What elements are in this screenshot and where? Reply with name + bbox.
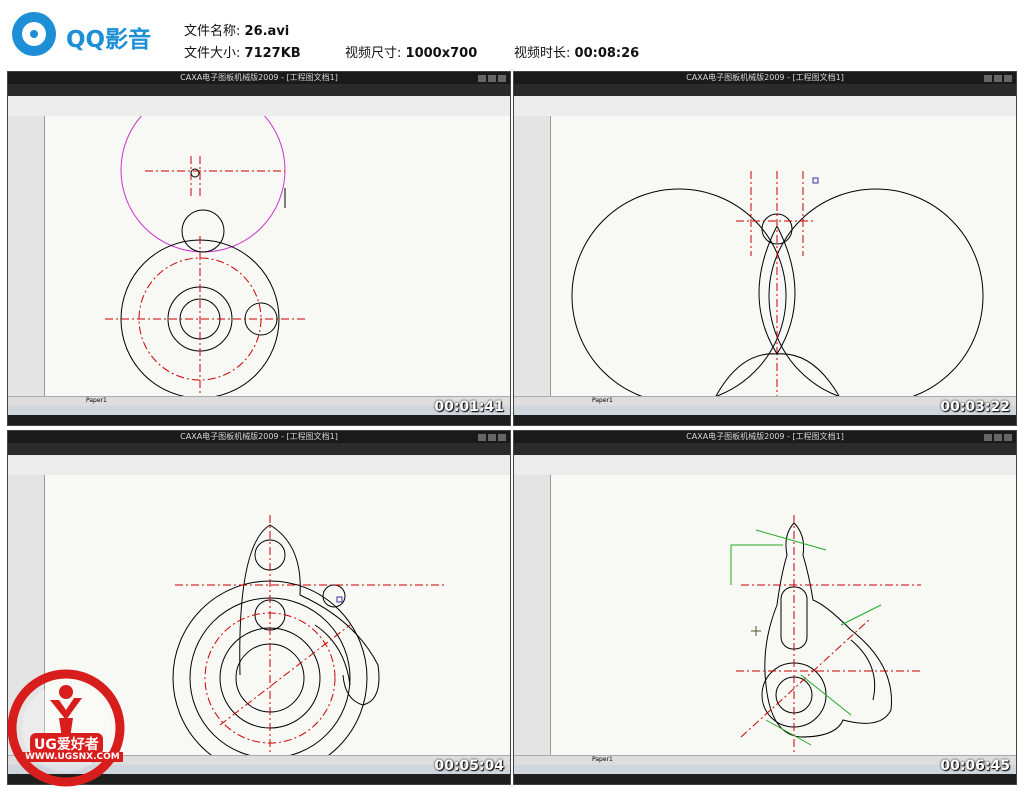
cad-window-titlebar: CAXA电子图板机械版2009 - [工程图文档1] (8, 431, 510, 443)
window-controls (476, 74, 506, 82)
ug-watermark-logo-icon (7, 669, 125, 787)
menu-bar (514, 84, 1016, 96)
drawing-toolbox (8, 116, 45, 396)
file-size-label: 文件大小: (184, 46, 241, 61)
video-size-row: 视频尺寸: 1000x700 (345, 42, 477, 61)
file-name-row: 文件名称: 26.avi (184, 20, 289, 39)
status-bar (514, 774, 1016, 784)
timestamp: 00:03:22 (940, 399, 1010, 415)
window-controls (476, 433, 506, 441)
window-title: CAXA电子图板机械版2009 - [工程图文档1] (180, 73, 338, 82)
timestamp: 00:05:04 (434, 758, 504, 774)
file-name-label: 文件名称: (184, 24, 241, 39)
timestamp: 00:06:45 (940, 758, 1010, 774)
qq-player-logo-icon (12, 12, 56, 56)
drawing-toolbox (514, 116, 551, 396)
paper-tab[interactable]: Paper1 (592, 397, 613, 404)
file-size-row: 文件大小: 7127KB (184, 42, 301, 61)
drawing-canvas (551, 475, 1016, 755)
duration-row: 视频时长: 00:08:26 (514, 42, 639, 61)
window-title: CAXA电子图板机械版2009 - [工程图文档1] (686, 73, 844, 82)
video-thumbnail-4[interactable]: CAXA电子图板机械版2009 - [工程图文档1] Paper1 00:06:… (513, 430, 1017, 785)
paper-tab[interactable]: Paper1 (86, 397, 107, 404)
status-bar (8, 415, 510, 425)
drawing-canvas (45, 116, 510, 396)
drawing-toolbox (514, 475, 551, 755)
file-name-value: 26.avi (244, 24, 290, 39)
duration-label: 视频时长: (514, 46, 571, 61)
window-controls (982, 74, 1012, 82)
menu-bar (8, 443, 510, 455)
window-controls (982, 433, 1012, 441)
cad-window-titlebar: CAXA电子图板机械版2009 - [工程图文档1] (514, 72, 1016, 84)
drawing-canvas (551, 116, 1016, 396)
status-bar (514, 415, 1016, 425)
video-thumbnail-2[interactable]: CAXA电子图板机械版2009 - [工程图文档1] Paper1 00:03:… (513, 71, 1017, 426)
brand-name: QQ影音 (66, 27, 152, 53)
video-size-value: 1000x700 (405, 46, 478, 61)
cad-window-titlebar: CAXA电子图板机械版2009 - [工程图文档1] (514, 431, 1016, 443)
watermark-url: WWW.UGSNX.COM (22, 752, 123, 762)
menu-bar (8, 84, 510, 96)
menu-bar (514, 443, 1016, 455)
info-header: QQ影音 文件名称: 26.avi 文件大小: 7127KB 视频尺寸: 100… (0, 0, 1024, 66)
video-thumbnail-1[interactable]: CAXA电子图板机械版2009 - [工程图文档1] Paper1 00:01:… (7, 71, 511, 426)
cad-window-titlebar: CAXA电子图板机械版2009 - [工程图文档1] (8, 72, 510, 84)
file-size-value: 7127KB (244, 46, 301, 61)
timestamp: 00:01:41 (434, 399, 504, 415)
paper-tab[interactable]: Paper1 (592, 756, 613, 763)
duration-value: 00:08:26 (574, 46, 640, 61)
window-title: CAXA电子图板机械版2009 - [工程图文档1] (686, 432, 844, 441)
video-size-label: 视频尺寸: (345, 46, 402, 61)
window-title: CAXA电子图板机械版2009 - [工程图文档1] (180, 432, 338, 441)
